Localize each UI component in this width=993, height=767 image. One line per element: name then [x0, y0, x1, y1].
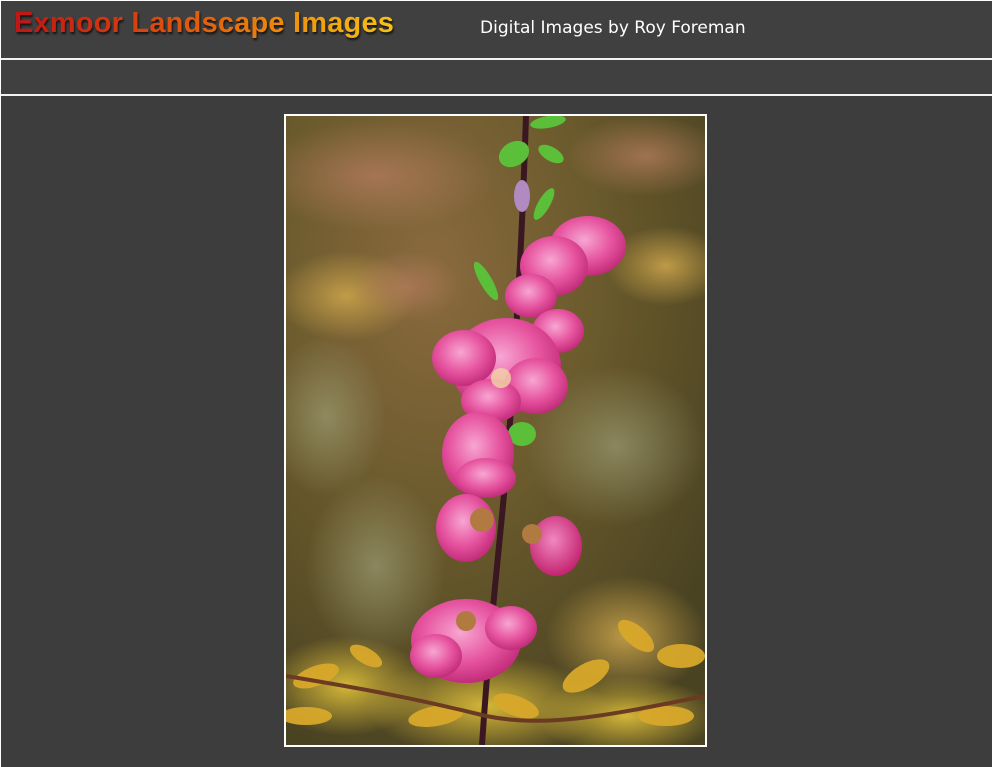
site-title[interactable]: Exmoor Landscape Images — [14, 7, 394, 40]
navigation-bar — [1, 60, 992, 94]
site-subtitle: Digital Images by Roy Foreman — [480, 18, 746, 38]
blossom-photo — [286, 116, 705, 745]
page: Exmoor Landscape Images Digital Images b… — [0, 0, 993, 767]
site-header: Exmoor Landscape Images Digital Images b… — [1, 1, 992, 59]
gallery-photo[interactable] — [284, 114, 707, 747]
